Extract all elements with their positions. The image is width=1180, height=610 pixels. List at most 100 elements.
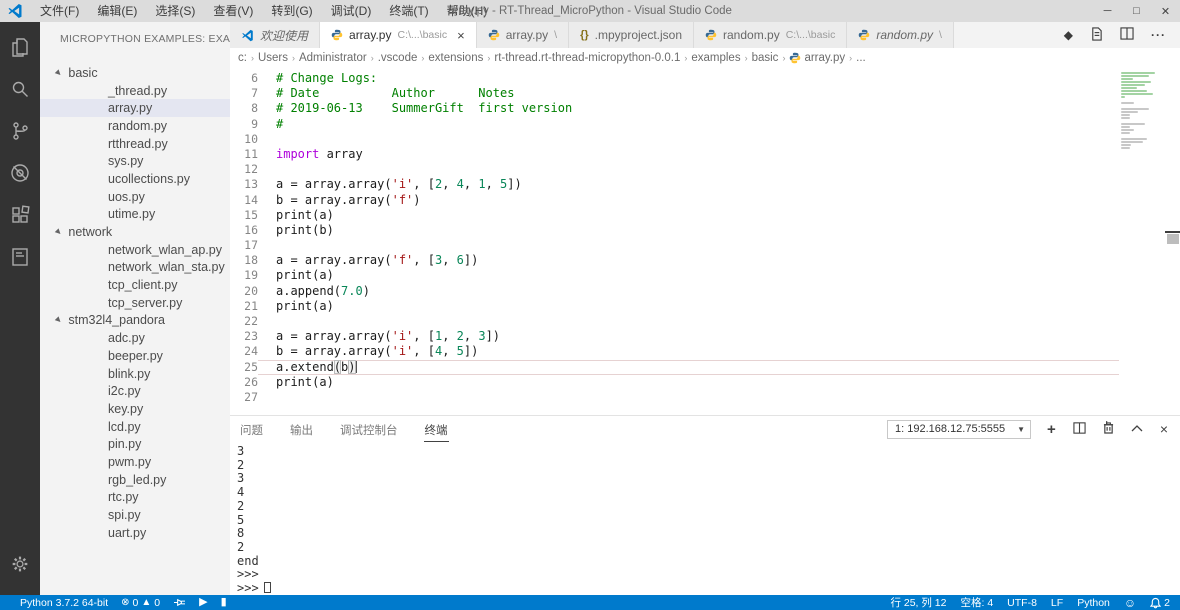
breadcrumb-item-rt-thread-rt-thread-micropython-0-0-1[interactable]: rt-thread.rt-thread-micropython-0.0.1 bbox=[494, 52, 680, 64]
code-line[interactable]: 15 print(a) bbox=[230, 208, 1119, 223]
sidebar-item-random-py[interactable]: random.py bbox=[40, 117, 230, 135]
maximize-panel-icon[interactable] bbox=[1131, 423, 1143, 435]
sidebar-item-basic[interactable]: ▶ basic bbox=[40, 64, 230, 82]
sidebar-item-spi-py[interactable]: spi.py bbox=[40, 506, 230, 524]
tab-item[interactable]: 欢迎使用 bbox=[230, 22, 321, 48]
sidebar-item-array-py[interactable]: array.py bbox=[40, 99, 230, 118]
sidebar-item-rtthread-py[interactable]: rtthread.py bbox=[40, 135, 230, 153]
close-icon[interactable]: × bbox=[457, 29, 465, 42]
code-line[interactable]: 19 print(a) bbox=[230, 268, 1119, 283]
sidebar-item-i2c-py[interactable]: i2c.py bbox=[40, 382, 230, 400]
menubar-item-d[interactable]: 调试(D) bbox=[322, 0, 381, 22]
breadcrumb-item-c[interactable]: c: bbox=[238, 52, 247, 64]
panel-tab-item[interactable]: 输出 bbox=[289, 417, 314, 442]
sidebar-item-utime-py[interactable]: utime.py bbox=[40, 206, 230, 224]
breadcrumb-item-administrator[interactable]: Administrator bbox=[299, 52, 367, 64]
sidebar-item-network[interactable]: ▶ network bbox=[40, 223, 230, 241]
code-line[interactable]: 17 bbox=[230, 238, 1119, 253]
more-actions-icon[interactable]: ··· bbox=[1151, 28, 1166, 42]
code-line[interactable]: 27 bbox=[230, 390, 1119, 405]
terminal[interactable]: 3 2 3 4 2 5 8 2 end >>> >>> bbox=[230, 442, 1180, 596]
extensions-icon[interactable] bbox=[0, 194, 40, 236]
minimize-button[interactable]: ─ bbox=[1093, 0, 1122, 22]
open-preview-icon[interactable] bbox=[1090, 26, 1103, 44]
close-panel-icon[interactable]: × bbox=[1160, 422, 1168, 436]
code-line[interactable]: 6 # Change Logs: bbox=[230, 71, 1119, 86]
menubar-item-h[interactable]: 帮助(H) bbox=[438, 0, 497, 22]
python-interpreter[interactable]: Python 3.7.2 64-bit bbox=[20, 597, 108, 609]
stop-icon[interactable]: ▮ bbox=[221, 597, 227, 608]
indentation[interactable]: 空格: 4 bbox=[960, 595, 993, 610]
editor[interactable]: 6 # Change Logs: 7 # Date Author Notes 8 # 20… bbox=[230, 68, 1180, 415]
source-control-icon[interactable] bbox=[0, 110, 40, 152]
tab-mpyproject-json[interactable]: {} .mpyproject.json bbox=[569, 22, 695, 48]
kill-terminal-icon[interactable] bbox=[1103, 421, 1114, 437]
sidebar-item-blink-py[interactable]: blink.py bbox=[40, 365, 230, 383]
split-terminal-icon[interactable] bbox=[1073, 421, 1086, 437]
code-line[interactable]: 23 a = array.array('i', [1, 2, 3]) bbox=[230, 329, 1119, 344]
menubar-item-e[interactable]: 编辑(E) bbox=[88, 0, 146, 22]
code-line[interactable]: 16 print(b) bbox=[230, 223, 1119, 238]
feedback-smiley-icon[interactable]: ☺ bbox=[1124, 597, 1136, 609]
sidebar-item-lcd-py[interactable]: lcd.py bbox=[40, 418, 230, 436]
maximize-button[interactable]: □ bbox=[1122, 0, 1151, 22]
new-terminal-icon[interactable]: + bbox=[1047, 422, 1056, 437]
menubar-item-f[interactable]: 文件(F) bbox=[31, 0, 88, 22]
sidebar-item-beeper-py[interactable]: beeper.py bbox=[40, 347, 230, 365]
code-line[interactable]: 21 print(a) bbox=[230, 299, 1119, 314]
code-line[interactable]: 20 a.append(7.0) bbox=[230, 284, 1119, 299]
minimap[interactable] bbox=[1119, 68, 1165, 415]
sidebar-item-rtc-py[interactable]: rtc.py bbox=[40, 489, 230, 507]
breadcrumb-item-array-py[interactable]: array.py bbox=[789, 52, 845, 64]
menubar-item-t[interactable]: 终端(T) bbox=[380, 0, 437, 22]
breadcrumb-item-item[interactable]: ... bbox=[856, 52, 866, 64]
connect-device-icon[interactable] bbox=[173, 597, 186, 608]
sidebar-item-pwm-py[interactable]: pwm.py bbox=[40, 453, 230, 471]
micropython-examples-icon[interactable] bbox=[0, 236, 40, 278]
explorer-icon[interactable] bbox=[0, 26, 40, 68]
sidebar-item-adc-py[interactable]: adc.py bbox=[40, 329, 230, 347]
menubar-item-s[interactable]: 选择(S) bbox=[146, 0, 204, 22]
panel-tab-item[interactable]: 问题 bbox=[239, 417, 264, 442]
sidebar-item-thread-py[interactable]: _thread.py bbox=[40, 82, 230, 100]
sidebar-item-network-wlan-sta-py[interactable]: network_wlan_sta.py bbox=[40, 259, 230, 277]
notifications-bell[interactable]: 2 bbox=[1150, 597, 1170, 609]
encoding[interactable]: UTF-8 bbox=[1007, 597, 1037, 609]
overview-ruler[interactable] bbox=[1165, 68, 1180, 415]
sidebar-item-rgb-led-py[interactable]: rgb_led.py bbox=[40, 471, 230, 489]
breadcrumb-item-users[interactable]: Users bbox=[258, 52, 288, 64]
sidebar-item-network-wlan-ap-py[interactable]: network_wlan_ap.py bbox=[40, 241, 230, 259]
sidebar-item-tcp-server-py[interactable]: tcp_server.py bbox=[40, 294, 230, 312]
code-line[interactable]: 24 b = array.array('i', [4, 5]) bbox=[230, 344, 1119, 359]
split-editor-icon[interactable] bbox=[1120, 27, 1134, 43]
menubar-item-g[interactable]: 转到(G) bbox=[262, 0, 321, 22]
code-line[interactable]: 13 a = array.array('i', [2, 4, 1, 5]) bbox=[230, 177, 1119, 192]
sidebar-item-uos-py[interactable]: uos.py bbox=[40, 188, 230, 206]
sidebar-item-stm32l4-pandora[interactable]: ▶ stm32l4_pandora bbox=[40, 312, 230, 330]
sidebar-item-tcp-client-py[interactable]: tcp_client.py bbox=[40, 276, 230, 294]
breadcrumb-item-extensions[interactable]: extensions bbox=[428, 52, 483, 64]
menubar-item-v[interactable]: 查看(V) bbox=[204, 0, 262, 22]
code-line[interactable]: 18 a = array.array('f', [3, 6]) bbox=[230, 253, 1119, 268]
search-icon[interactable] bbox=[0, 68, 40, 110]
breadcrumb-item-vscode[interactable]: .vscode bbox=[378, 52, 418, 64]
tab-random-py[interactable]: random.py C:\...\basic bbox=[694, 22, 848, 48]
close-button[interactable]: ✕ bbox=[1151, 0, 1180, 22]
code-line[interactable]: 26 print(a) bbox=[230, 375, 1119, 390]
panel-tab-item[interactable]: 终端 bbox=[423, 417, 449, 442]
code-line[interactable]: 9 # bbox=[230, 117, 1119, 132]
scrollbar-thumb[interactable] bbox=[1167, 234, 1179, 244]
eol-sequence[interactable]: LF bbox=[1051, 597, 1063, 609]
code-line[interactable]: 25 a.extend(b) bbox=[230, 359, 1119, 375]
code-line[interactable]: 7 # Date Author Notes bbox=[230, 86, 1119, 101]
tab-random-py[interactable]: random.py \ bbox=[847, 22, 954, 48]
run-icon[interactable]: ◆ bbox=[1064, 28, 1073, 42]
terminal-select[interactable]: 1: 192.168.12.75:5555 ▼ bbox=[887, 419, 1032, 439]
sidebar-item-uart-py[interactable]: uart.py bbox=[40, 524, 230, 542]
code-line[interactable]: 11 import array bbox=[230, 147, 1119, 162]
run-file-icon[interactable]: ▶ bbox=[199, 597, 207, 608]
breadcrumb-item-examples[interactable]: examples bbox=[691, 52, 740, 64]
sidebar-item-ucollections-py[interactable]: ucollections.py bbox=[40, 170, 230, 188]
tab-array-py[interactable]: array.py \ bbox=[476, 22, 570, 48]
code-line[interactable]: 10 bbox=[230, 132, 1119, 147]
